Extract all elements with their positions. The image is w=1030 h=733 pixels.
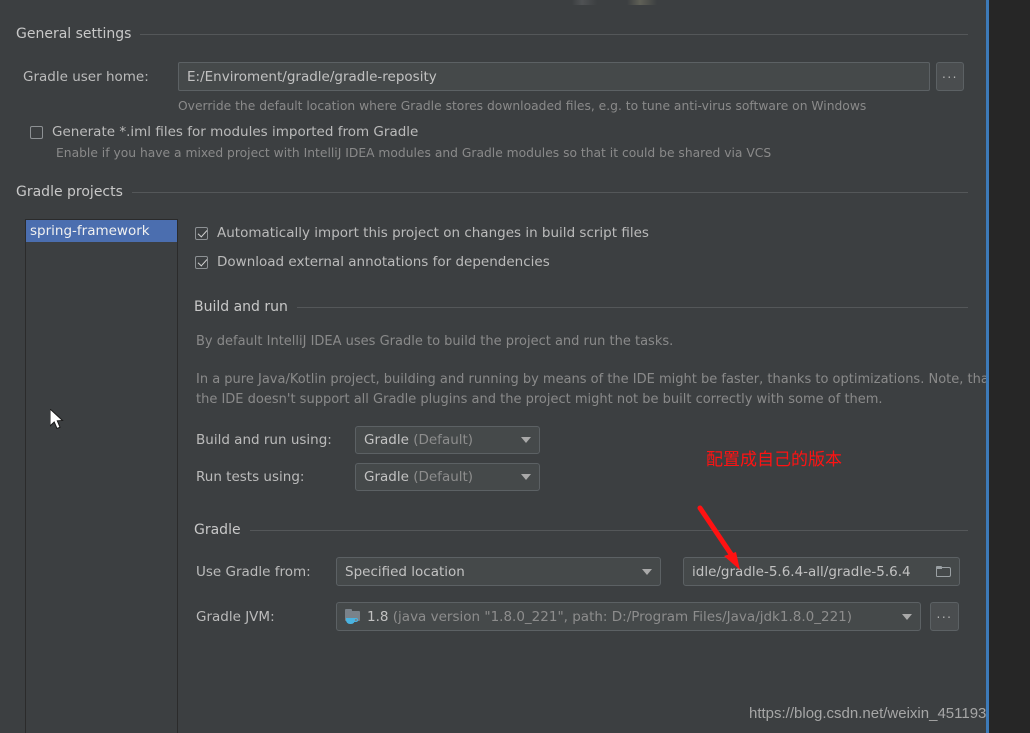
build-and-run-using-dropdown[interactable]: Gradle (Default) [355, 426, 540, 454]
watermark-url: https://blog.csdn.net/weixin_45119323 [749, 705, 1004, 722]
gradle-jvm-detail: (java version "1.8.0_221", path: D:/Prog… [392, 608, 853, 625]
download-annotations-label: Download external annotations for depend… [217, 254, 550, 270]
combo-value-suffix: (Default) [413, 469, 474, 485]
top-cutoff-artifact [572, 0, 672, 5]
generate-iml-checkbox-row[interactable]: Generate *.iml files for modules importe… [30, 124, 418, 140]
gradle-location-path-value: idle/gradle-5.6.4-all/gradle-5.6.4 [692, 563, 911, 580]
gradle-user-home-hint: Override the default location where Grad… [178, 99, 867, 113]
settings-panel: General settings Gradle user home: E:/En… [0, 0, 1030, 733]
gradle-jvm-browse-button[interactable]: ... [930, 602, 959, 631]
scrollbar-divider[interactable] [986, 0, 989, 733]
chevron-down-icon[interactable] [642, 568, 652, 575]
run-tests-using-dropdown[interactable]: Gradle (Default) [355, 463, 540, 491]
download-annotations-checkbox[interactable] [195, 255, 208, 269]
section-rule [249, 529, 968, 531]
section-title-build-and-run: Build and run [194, 299, 288, 315]
jdk-folder-icon [345, 608, 361, 624]
build-run-description-2-line1: In a pure Java/Kotlin project, building … [196, 372, 994, 387]
gradle-jvm-label: Gradle JVM: [196, 609, 275, 625]
gradle-projects-list[interactable]: spring-framework [25, 219, 178, 733]
chevron-down-icon[interactable] [902, 613, 912, 620]
section-rule [140, 33, 968, 35]
annotation-red-note: 配置成自己的版本 [706, 450, 842, 470]
build-and-run-using-value: Gradle (Default) [364, 432, 513, 448]
generate-iml-checkbox[interactable] [30, 125, 43, 139]
download-annotations-checkbox-row[interactable]: Download external annotations for depend… [195, 254, 550, 270]
build-run-description-1: By default IntelliJ IDEA uses Gradle to … [196, 334, 674, 349]
auto-import-checkbox-row[interactable]: Automatically import this project on cha… [195, 225, 649, 241]
use-gradle-from-value: Specified location [345, 563, 465, 580]
combo-value-suffix: (Default) [413, 432, 474, 448]
gradle-jvm-value: 1.8 (java version "1.8.0_221", path: D:/… [367, 609, 894, 625]
generate-iml-label: Generate *.iml files for modules importe… [52, 124, 419, 140]
auto-import-label: Automatically import this project on cha… [217, 225, 649, 241]
combo-value-text: Gradle [364, 432, 409, 448]
section-rule [131, 191, 968, 193]
chevron-down-icon[interactable] [521, 437, 531, 443]
generate-iml-hint: Enable if you have a mixed project with … [56, 146, 772, 160]
list-item-spring-framework[interactable]: spring-framework [26, 220, 177, 242]
run-tests-using-label: Run tests using: [196, 469, 305, 485]
combo-value-text: Gradle [364, 469, 409, 485]
java-cup-handle [354, 618, 358, 622]
section-header-gradle: Gradle [194, 522, 968, 538]
use-gradle-from-dropdown[interactable]: Specified location [336, 557, 661, 586]
build-run-description-2-line2: the IDE doesn't support all Gradle plugi… [196, 392, 883, 407]
gradle-jvm-version: 1.8 [367, 608, 389, 625]
section-title-gradle-projects: Gradle projects [16, 184, 123, 200]
section-title-general-settings: General settings [16, 26, 132, 42]
use-gradle-from-label: Use Gradle from: [196, 564, 311, 580]
right-dark-strip [989, 0, 1030, 733]
build-and-run-using-label: Build and run using: [196, 432, 332, 448]
section-header-gradle-projects: Gradle projects [16, 184, 968, 200]
chevron-down-icon[interactable] [521, 474, 531, 480]
folder-icon[interactable] [936, 565, 951, 578]
gradle-location-path-input[interactable]: idle/gradle-5.6.4-all/gradle-5.6.4 [683, 557, 960, 586]
run-tests-using-value: Gradle (Default) [364, 469, 513, 485]
section-header-general-settings: General settings [16, 26, 968, 42]
gradle-user-home-label: Gradle user home: [23, 69, 149, 85]
section-rule [296, 306, 968, 308]
section-title-gradle: Gradle [194, 522, 241, 538]
gradle-user-home-browse-button[interactable]: ... [936, 62, 964, 91]
gradle-user-home-input[interactable]: E:/Enviroment/gradle/gradle-reposity [178, 62, 930, 91]
auto-import-checkbox[interactable] [195, 226, 208, 240]
section-header-build-and-run: Build and run [194, 299, 968, 315]
gradle-jvm-dropdown[interactable]: 1.8 (java version "1.8.0_221", path: D:/… [336, 602, 921, 631]
